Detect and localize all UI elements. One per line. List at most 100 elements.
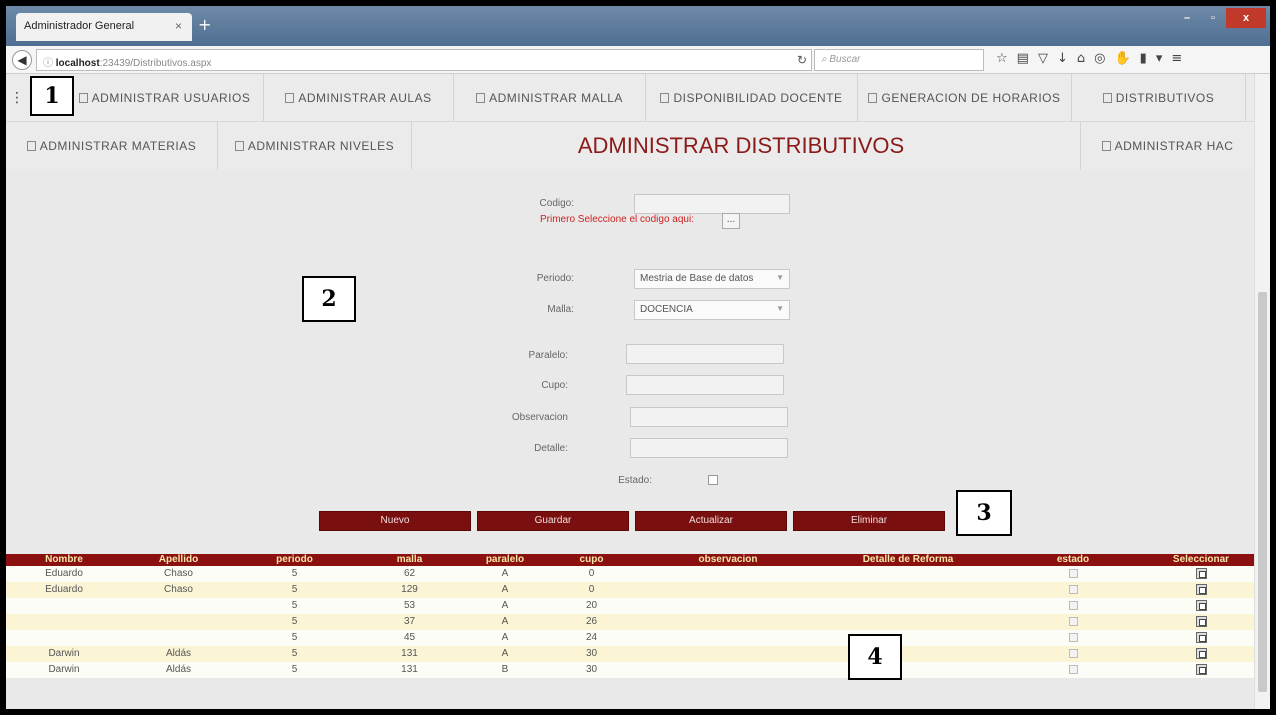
estado-cell: [998, 662, 1148, 678]
select-row-icon[interactable]: [1195, 647, 1207, 659]
table-cell: 45: [403, 632, 416, 643]
table-row: Eduardo Chaso 5 62 A 0: [6, 566, 1254, 582]
menu-label: DISPONIBILIDAD DOCENTE: [673, 91, 843, 105]
menu-disponibilidad-docente[interactable]: DISPONIBILIDAD DOCENTE: [646, 74, 858, 122]
codigo-label: Codigo:: [539, 198, 574, 209]
malla-select[interactable]: DOCENCIA ▼: [634, 300, 790, 320]
table-cell: [638, 630, 818, 646]
menu-label: ADMINISTRAR USUARIOS: [91, 91, 251, 105]
pocket-icon[interactable]: ▽: [1038, 51, 1048, 66]
close-window-icon[interactable]: x: [1226, 8, 1266, 28]
table-cell: A: [501, 616, 509, 627]
minimize-icon[interactable]: –: [1174, 8, 1200, 28]
periodo-value: Mestria de Base de datos: [640, 273, 754, 284]
detalle-field[interactable]: [630, 438, 788, 458]
calendar-icon: [26, 141, 36, 151]
table-cell: Chaso: [164, 568, 193, 579]
extension-icon[interactable]: ✋: [1114, 51, 1130, 66]
toolbar-icons: ☆ ▤ ▽ ↓ ⌂ ◎ ✋ ▮ ▾ ≡: [996, 51, 1182, 66]
menu-distributivos[interactable]: DISTRIBUTIVOS: [1072, 74, 1246, 122]
menu-generacion-de-horarios[interactable]: GENERACION DE HORARIOS: [858, 74, 1072, 122]
eliminar-button[interactable]: Eliminar: [793, 511, 945, 531]
cupo-field[interactable]: [626, 375, 784, 395]
calendar-icon: [868, 93, 878, 103]
back-icon[interactable]: ◀: [12, 50, 32, 70]
select-row-icon[interactable]: [1195, 663, 1207, 675]
tab-title: Administrador General: [24, 20, 135, 32]
tab-close-icon[interactable]: ×: [175, 19, 182, 33]
table-cell: 5: [291, 600, 298, 611]
select-row-icon[interactable]: [1195, 631, 1207, 643]
reload-icon[interactable]: ↻: [797, 53, 807, 67]
table-body: Eduardo Chaso 5 62 A 0 Eduardo Chaso 5 129 A 0 5 53 A 2…: [6, 566, 1254, 678]
dropdown-icon[interactable]: ▾: [1156, 51, 1163, 66]
calendar-icon: [78, 93, 88, 103]
search-input[interactable]: ⌕ Buscar: [814, 49, 984, 71]
menu-administrar-niveles[interactable]: ADMINISTRAR NIVELES: [218, 122, 412, 170]
table-cell: [122, 614, 235, 630]
estado-checkbox-icon: [1068, 584, 1078, 594]
paralelo-field[interactable]: [626, 344, 784, 364]
codigo-field[interactable]: [634, 194, 790, 214]
calendar-icon: [1101, 141, 1111, 151]
nuevo-button[interactable]: Nuevo: [319, 511, 471, 531]
table-cell: 5: [291, 616, 298, 627]
address-bar[interactable]: ⓘ localhost:23439/Distributivos.aspx ↻: [36, 49, 812, 71]
chevron-down-icon: ▼: [776, 304, 784, 313]
menu-administrar-materias[interactable]: ADMINISTRAR MATERIAS: [6, 122, 218, 170]
new-tab-icon[interactable]: +: [198, 15, 211, 34]
menu-administrar-aulas[interactable]: ADMINISTRAR AULAS: [264, 74, 454, 122]
guardar-button[interactable]: Guardar: [477, 511, 629, 531]
observacion-field[interactable]: [630, 407, 788, 427]
column-header: Detalle de Reforma: [862, 554, 954, 565]
chat-icon[interactable]: ◎: [1094, 51, 1105, 66]
select-row-icon[interactable]: [1195, 599, 1207, 611]
menu-label: DISTRIBUTIVOS: [1115, 91, 1215, 105]
periodo-select[interactable]: Mestria de Base de datos ▼: [634, 269, 790, 289]
tab-bar: Administrador General × + – ▫ x: [6, 6, 1270, 46]
menu-label: ADMINISTRAR MATERIAS: [39, 139, 197, 153]
menu-label: ADMINISTRAR NIVELES: [247, 139, 395, 153]
select-row-icon[interactable]: [1195, 615, 1207, 627]
page-scrollbar[interactable]: [1254, 74, 1270, 709]
seleccionar-cell: [1148, 646, 1254, 662]
bookmark-star-icon[interactable]: ☆: [996, 51, 1008, 66]
table-cell: [122, 598, 235, 614]
sidebar-icon[interactable]: ▮: [1140, 51, 1147, 66]
estado-cell: [998, 646, 1148, 662]
table-cell: 62: [403, 568, 416, 579]
estado-checkbox[interactable]: [708, 475, 718, 485]
menu-administrar-usuarios[interactable]: ADMINISTRAR USUARIOS: [66, 74, 264, 122]
browser-tab[interactable]: Administrador General ×: [16, 13, 192, 41]
menu-administrar-hac[interactable]: ADMINISTRAR HAC: [1080, 122, 1254, 170]
select-row-icon[interactable]: [1195, 583, 1207, 595]
table-cell: [818, 566, 998, 582]
column-header: periodo: [276, 554, 313, 565]
seleccionar-cell: [1148, 582, 1254, 598]
select-row-icon[interactable]: [1195, 567, 1207, 579]
menu-label: ADMINISTRAR HAC: [1114, 139, 1234, 153]
table-cell: B: [501, 664, 509, 675]
seleccionar-cell: [1148, 614, 1254, 630]
table-cell: [638, 566, 818, 582]
column-header: Apellido: [158, 554, 199, 565]
reading-list-icon[interactable]: ▤: [1017, 51, 1029, 66]
codigo-picker-button[interactable]: ...: [722, 213, 740, 229]
menu-label: ADMINISTRAR AULAS: [298, 91, 432, 105]
table-cell: [818, 614, 998, 630]
menu-administrar-malla[interactable]: ADMINISTRAR MALLA: [454, 74, 646, 122]
page-content: ⋮ ADMINISTRAR USUARIOS ADMINISTRAR AULAS…: [6, 74, 1270, 709]
table-row: Darwin Aldás 5 131 A 30: [6, 646, 1254, 662]
home-icon[interactable]: ⌂: [1077, 51, 1085, 66]
info-icon: ⓘ: [43, 58, 56, 69]
actualizar-button[interactable]: Actualizar: [635, 511, 787, 531]
main-menu: ⋮ ADMINISTRAR USUARIOS ADMINISTRAR AULAS…: [6, 74, 1254, 122]
download-icon[interactable]: ↓: [1057, 51, 1068, 66]
estado-checkbox-icon: [1068, 664, 1078, 674]
table-cell: 30: [585, 664, 598, 675]
scrollbar-thumb[interactable]: [1258, 292, 1267, 692]
table-cell: A: [501, 600, 509, 611]
menu-icon[interactable]: ≡: [1171, 51, 1182, 66]
hamburger-icon[interactable]: ⋮: [10, 90, 24, 106]
maximize-icon[interactable]: ▫: [1200, 8, 1226, 28]
